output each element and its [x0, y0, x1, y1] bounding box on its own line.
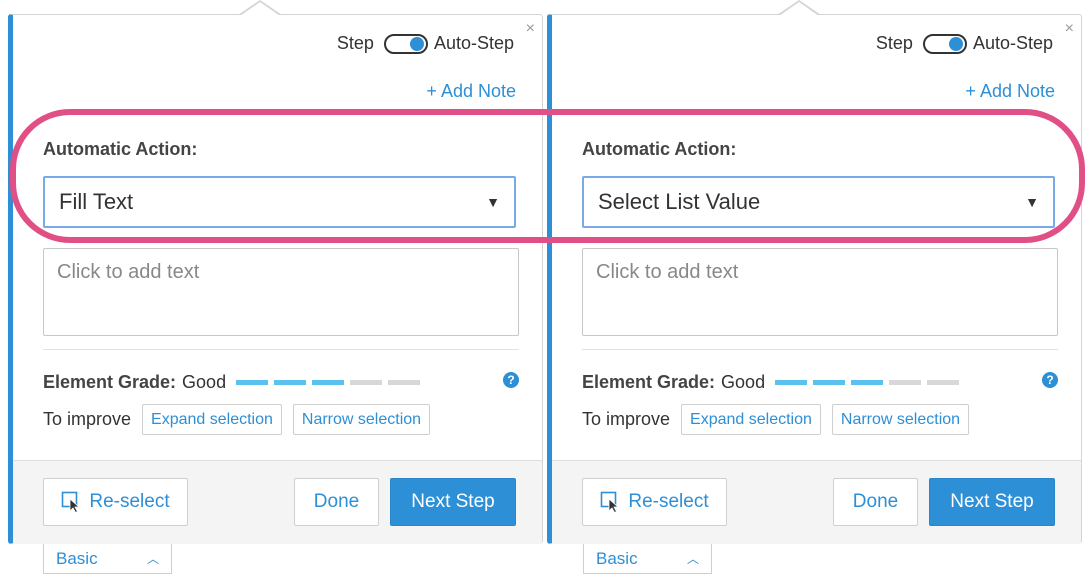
mode-step-label: Step — [336, 33, 374, 53]
to-improve-label: To improve — [582, 409, 671, 429]
step-text-input[interactable]: Click to add text — [43, 248, 519, 336]
element-grade-label: Element Grade: — [43, 371, 177, 392]
chevron-up-icon: ︿ — [146, 552, 159, 566]
grade-meter-segment — [388, 379, 421, 385]
panel-footer: Re-select Done Next Step — [13, 460, 542, 544]
to-improve-label: To improve — [43, 409, 132, 429]
basic-tab-label: Basic — [596, 548, 638, 568]
dropdown-arrow-icon: ▼ — [486, 194, 500, 210]
toggle-knob — [948, 36, 963, 51]
divider — [582, 349, 1058, 350]
reselect-label: Re-select — [89, 491, 170, 512]
grade-meter-segment — [813, 379, 846, 385]
basic-tab-left[interactable]: Basic ︿ — [43, 544, 172, 574]
step-text-placeholder: Click to add text — [596, 261, 739, 283]
automatic-action-value: Select List Value — [598, 189, 761, 214]
element-grade-value: Good — [721, 371, 766, 392]
expand-selection-button[interactable]: Expand selection — [142, 404, 282, 435]
basic-tab-right[interactable]: Basic ︿ — [583, 544, 712, 574]
mode-step-label: Step — [875, 33, 913, 53]
mode-auto-step-label: Auto-Step — [972, 33, 1053, 53]
auto-step-toggle[interactable] — [922, 33, 967, 54]
close-icon[interactable]: × — [526, 21, 535, 37]
automatic-action-select[interactable]: Fill Text ▼ — [43, 176, 516, 228]
improve-row: To improve Expand selection Narrow selec… — [43, 404, 441, 435]
toggle-knob — [409, 36, 424, 51]
element-grade-row: Element Grade: Good ? — [43, 370, 519, 394]
mode-auto-step-label: Auto-Step — [433, 33, 514, 53]
step-text-placeholder: Click to add text — [57, 261, 200, 283]
element-grade-row: Element Grade: Good ? — [582, 370, 1058, 394]
mode-switch: Step Auto-Step — [337, 33, 514, 54]
grade-meter-segment — [775, 379, 808, 385]
help-icon[interactable]: ? — [1042, 372, 1058, 388]
automatic-action-label: Automatic Action: — [582, 139, 737, 159]
help-icon[interactable]: ? — [503, 372, 519, 388]
grade-meter — [775, 379, 965, 385]
reselect-label: Re-select — [628, 491, 709, 512]
reselect-button[interactable]: Re-select — [43, 478, 188, 526]
mode-switch: Step Auto-Step — [876, 33, 1053, 54]
step-text-input[interactable]: Click to add text — [582, 248, 1058, 336]
add-note-link[interactable]: + Add Note — [965, 81, 1055, 102]
grade-meter-segment — [312, 379, 345, 385]
grade-meter-segment — [851, 379, 884, 385]
automatic-action-value: Fill Text — [59, 189, 134, 214]
reselect-cursor-icon — [61, 491, 83, 513]
panel-footer: Re-select Done Next Step — [552, 460, 1081, 544]
reselect-cursor-icon — [600, 491, 622, 513]
auto-step-toggle[interactable] — [383, 33, 428, 54]
add-note-link[interactable]: + Add Note — [426, 81, 516, 102]
close-icon[interactable]: × — [1065, 21, 1074, 37]
done-button[interactable]: Done — [833, 478, 918, 526]
improve-row: To improve Expand selection Narrow selec… — [582, 404, 980, 435]
divider — [43, 349, 519, 350]
reselect-button[interactable]: Re-select — [582, 478, 727, 526]
grade-meter-segment — [927, 379, 960, 385]
grade-meter-segment — [236, 379, 269, 385]
narrow-selection-button[interactable]: Narrow selection — [292, 404, 431, 435]
automatic-action-label: Automatic Action: — [43, 139, 198, 159]
grade-meter — [236, 379, 426, 385]
step-panel-right: × Step Auto-Step + Add Note Automatic Ac… — [547, 0, 1082, 544]
element-grade-label: Element Grade: — [582, 371, 716, 392]
step-panel-left: × Step Auto-Step + Add Note Automatic Ac… — [8, 0, 543, 544]
dropdown-arrow-icon: ▼ — [1025, 194, 1039, 210]
grade-meter-segment — [274, 379, 307, 385]
next-step-button[interactable]: Next Step — [390, 478, 516, 526]
basic-tab-label: Basic — [56, 548, 98, 568]
narrow-selection-button[interactable]: Narrow selection — [831, 404, 970, 435]
grade-meter-segment — [350, 379, 383, 385]
done-button[interactable]: Done — [294, 478, 379, 526]
chevron-up-icon: ︿ — [686, 552, 699, 566]
grade-meter-segment — [889, 379, 922, 385]
element-grade-value: Good — [182, 371, 227, 392]
next-step-button[interactable]: Next Step — [929, 478, 1055, 526]
expand-selection-button[interactable]: Expand selection — [681, 404, 821, 435]
automatic-action-select[interactable]: Select List Value ▼ — [582, 176, 1055, 228]
